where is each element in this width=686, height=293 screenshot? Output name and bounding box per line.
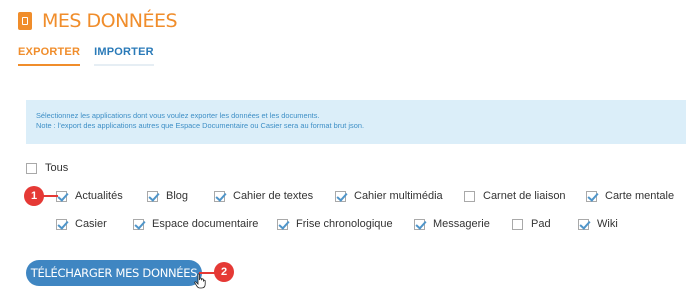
checkbox-pad-label: Pad xyxy=(531,218,551,230)
info-line-1: Sélectionnez les applications dont vous … xyxy=(36,111,320,120)
checkbox-carte-mentale-box[interactable] xyxy=(586,190,597,202)
apps-row-2: Casier Espace documentaire Frise chronol… xyxy=(56,218,618,230)
checkbox-pad[interactable]: Pad xyxy=(512,218,578,230)
checkbox-wiki-box[interactable] xyxy=(578,218,589,230)
checkbox-blog[interactable]: Blog xyxy=(147,190,214,202)
checkbox-actualites[interactable]: Actualités xyxy=(56,190,147,202)
checkbox-tous[interactable]: Tous xyxy=(26,162,68,174)
checkbox-casier-box[interactable] xyxy=(56,218,67,230)
checkbox-cahier-multimedia[interactable]: Cahier multimédia xyxy=(335,190,464,202)
checkbox-cahier-de-textes[interactable]: Cahier de textes xyxy=(214,190,335,202)
checkbox-actualites-label: Actualités xyxy=(75,190,123,202)
checkbox-messagerie-box[interactable] xyxy=(414,218,425,230)
checkbox-cahier-multimedia-box[interactable] xyxy=(335,190,346,202)
checkbox-espace-documentaire-label: Espace documentaire xyxy=(152,218,259,230)
tab-importer[interactable]: IMPORTER xyxy=(94,46,154,66)
checkbox-messagerie-label: Messagerie xyxy=(433,218,490,230)
page-title: MES DONNÉES xyxy=(42,10,178,32)
marker-1-connector xyxy=(42,195,58,197)
checkbox-cahier-de-textes-label: Cahier de textes xyxy=(233,190,314,202)
tab-bar: EXPORTER IMPORTER xyxy=(18,46,154,66)
step-marker-1: 1 xyxy=(24,186,44,206)
checkbox-tous-box[interactable] xyxy=(26,162,37,174)
checkbox-messagerie[interactable]: Messagerie xyxy=(414,218,512,230)
checkbox-blog-box[interactable] xyxy=(147,190,158,202)
checkbox-carnet-de-liaison-label: Carnet de liaison xyxy=(483,190,566,202)
checkbox-carte-mentale[interactable]: Carte mentale xyxy=(586,190,674,202)
info-line-2: Note : l'export des applications autres … xyxy=(36,121,365,130)
checkbox-casier-label: Casier xyxy=(75,218,107,230)
checkbox-carnet-de-liaison[interactable]: Carnet de liaison xyxy=(464,190,586,202)
checkbox-espace-documentaire[interactable]: Espace documentaire xyxy=(133,218,277,230)
document-icon xyxy=(18,12,32,30)
step-marker-2: 2 xyxy=(214,262,234,282)
checkbox-pad-box[interactable] xyxy=(512,218,523,230)
tab-exporter[interactable]: EXPORTER xyxy=(18,46,81,66)
checkbox-carte-mentale-label: Carte mentale xyxy=(605,190,675,202)
page-header: MES DONNÉES xyxy=(18,10,178,32)
apps-row-1: Actualités Blog Cahier de textes Cahier … xyxy=(56,190,674,202)
hand-pointer-icon xyxy=(194,273,206,289)
download-data-button[interactable]: TÉLÉCHARGER MES DONNÉES xyxy=(26,260,202,286)
checkbox-frise-chronologique-box[interactable] xyxy=(277,218,288,230)
checkbox-cahier-de-textes-box[interactable] xyxy=(214,190,225,202)
info-box: Sélectionnez les applications dont vous … xyxy=(26,100,686,144)
checkbox-tous-label: Tous xyxy=(45,162,69,174)
checkbox-frise-chronologique[interactable]: Frise chronologique xyxy=(277,218,414,230)
checkbox-wiki[interactable]: Wiki xyxy=(578,218,618,230)
checkbox-carnet-de-liaison-box[interactable] xyxy=(464,190,475,202)
checkbox-casier[interactable]: Casier xyxy=(56,218,133,230)
checkbox-wiki-label: Wiki xyxy=(597,218,618,230)
checkbox-frise-chronologique-label: Frise chronologique xyxy=(296,218,393,230)
checkbox-cahier-multimedia-label: Cahier multimédia xyxy=(354,190,443,202)
page: MES DONNÉES EXPORTER IMPORTER Sélectionn… xyxy=(0,0,686,293)
checkbox-blog-label: Blog xyxy=(166,190,189,202)
checkbox-espace-documentaire-box[interactable] xyxy=(133,218,144,230)
select-all-row: Tous xyxy=(26,162,68,174)
